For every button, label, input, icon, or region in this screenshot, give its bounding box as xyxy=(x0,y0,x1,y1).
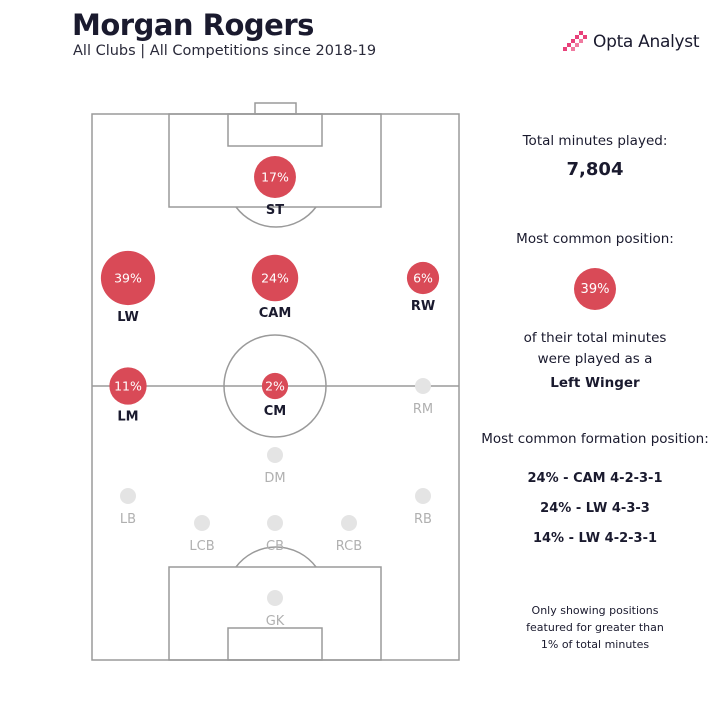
position-value-cm: 2% xyxy=(265,379,285,394)
position-value-cam: 24% xyxy=(261,271,289,286)
position-label-lb: LB xyxy=(120,512,136,527)
position-label-rm: RM xyxy=(413,402,433,417)
formation-item: 24% - CAM 4-2-3-1 xyxy=(527,471,663,486)
position-value-rw: 6% xyxy=(413,271,433,286)
position-label-lw: LW xyxy=(117,310,139,325)
formation-item: 14% - LW 4-2-3-1 xyxy=(532,531,658,546)
position-circle-lcb xyxy=(194,515,210,531)
position-label-gk: GK xyxy=(266,614,285,629)
position-circle-dm xyxy=(267,447,283,463)
footnote-line3: 1% of total minutes xyxy=(540,638,650,651)
position-label-dm: DM xyxy=(264,471,285,486)
position-label-lcb: LCB xyxy=(189,539,214,554)
position-label-st: ST xyxy=(266,203,284,218)
common-position-line2: were played as a xyxy=(537,351,653,367)
common-position-pct: 39% xyxy=(580,281,610,297)
position-circle-gk xyxy=(267,590,283,606)
position-label-cam: CAM xyxy=(259,306,292,321)
position-value-lm: 11% xyxy=(114,379,142,394)
top-goal xyxy=(254,102,297,115)
formation-label: Most common formation position: xyxy=(481,431,709,447)
minutes-value: 7,804 xyxy=(566,159,624,180)
position-label-cm: CM xyxy=(264,404,286,419)
common-position-circle: 39% xyxy=(574,268,616,310)
top-goal-box xyxy=(227,113,323,147)
position-label-rcb: RCB xyxy=(336,539,362,554)
position-label-rw: RW xyxy=(411,299,435,314)
common-position-line1: of their total minutes xyxy=(523,330,667,346)
formation-item: 24% - LW 4-3-3 xyxy=(540,501,650,516)
position-circle-rm xyxy=(415,378,431,394)
position-label-lm: LM xyxy=(117,410,138,425)
position-value-lw: 39% xyxy=(114,271,142,286)
bottom-goal-box xyxy=(227,627,323,661)
position-label-cb: CB xyxy=(266,539,284,554)
position-circle-cb xyxy=(267,515,283,531)
position-circle-rb xyxy=(415,488,431,504)
common-position-label: Most common position: xyxy=(516,231,674,247)
footnote-line2: featured for greater than xyxy=(526,621,664,634)
position-circle-lb xyxy=(120,488,136,504)
footnote-line1: Only showing positions xyxy=(531,604,659,617)
minutes-label: Total minutes played: xyxy=(522,133,668,149)
common-position-name: Left Winger xyxy=(550,375,640,391)
position-label-rb: RB xyxy=(414,512,432,527)
position-circle-rcb xyxy=(341,515,357,531)
position-value-st: 17% xyxy=(261,170,289,185)
